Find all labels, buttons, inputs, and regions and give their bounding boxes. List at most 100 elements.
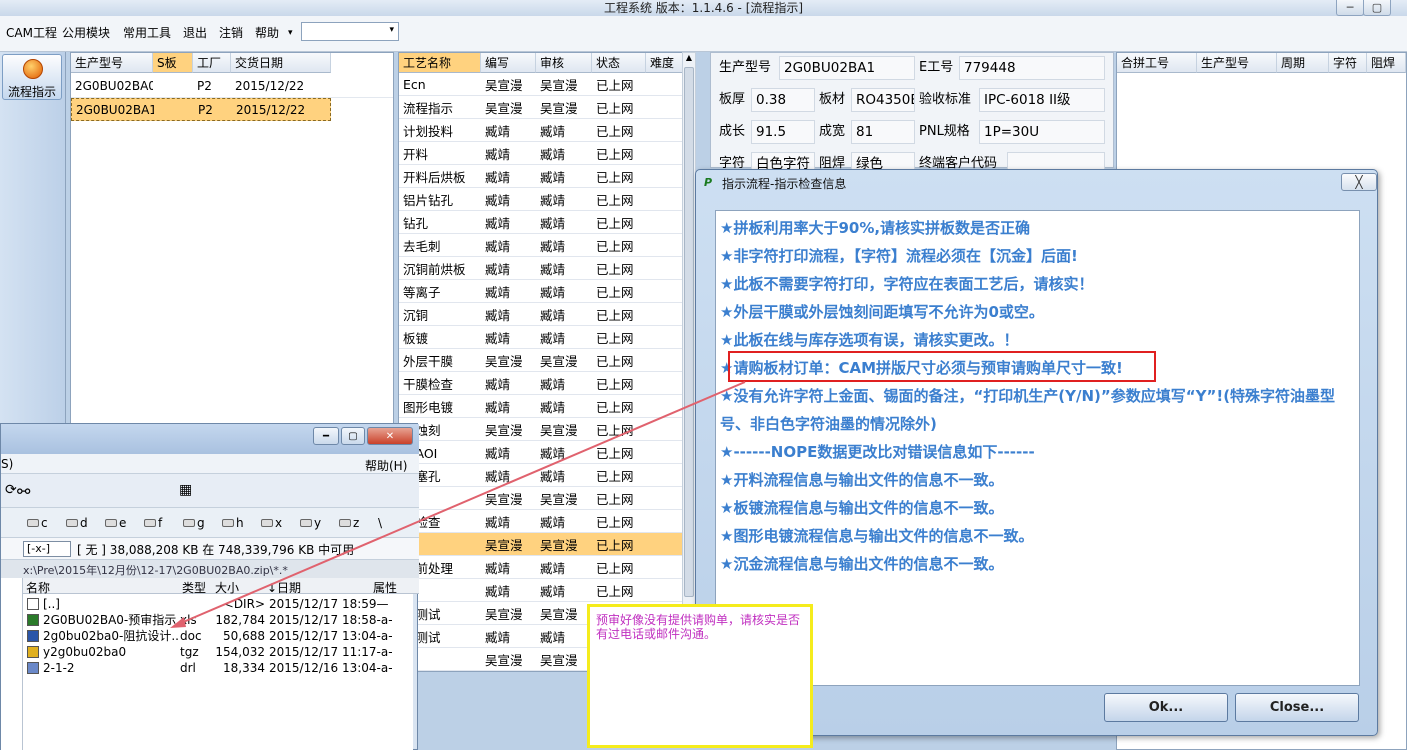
cell-author: 臧靖 <box>485 515 511 530</box>
menu-help[interactable]: 帮助 <box>255 25 279 41</box>
table-row[interactable]: 图形电镀 臧靖 臧靖 已上网 <box>399 395 683 418</box>
cell-reviewer: 吴宣漫 <box>540 78 578 93</box>
drive-button-root[interactable]: \ <box>378 516 382 530</box>
table-row[interactable]: 2G0BU02BA0 P2 2015/12/22 <box>71 75 393 98</box>
close-button[interactable]: ✕ <box>367 427 413 445</box>
binoculars-icon[interactable]: ⚯ <box>17 482 30 501</box>
col-header-char[interactable]: 字符 <box>1329 53 1367 73</box>
drive-button-h[interactable]: h <box>222 516 244 530</box>
file-row[interactable]: [..] <DIR> 2015/12/17 18:59— <box>23 596 413 612</box>
file-type: xls <box>180 613 197 627</box>
menu-tools[interactable]: 常用工具 <box>123 25 171 41</box>
table-row[interactable]: 开料 臧靖 臧靖 已上网 <box>399 142 683 165</box>
table-row[interactable]: 金前处理 臧靖 臧靖 已上网 <box>399 556 683 579</box>
col-header-author[interactable]: 编写 <box>481 53 536 73</box>
table-row[interactable]: 铝片钻孔 臧靖 臧靖 已上网 <box>399 188 683 211</box>
file-row[interactable]: 2-1-2 drl 18,334 2015/12/16 13:04-a- <box>23 660 413 676</box>
col-header-mask[interactable]: 阻焊 <box>1367 53 1406 73</box>
maximize-button[interactable]: ▢ <box>341 427 365 445</box>
table-row[interactable]: Ecn 吴宣漫 吴宣漫 已上网 <box>399 73 683 96</box>
table-row[interactable]: 计划投料 臧靖 臧靖 已上网 <box>399 119 683 142</box>
field-thickness[interactable]: 0.38 <box>751 88 815 112</box>
cell-author: 臧靖 <box>485 239 511 254</box>
menu-exit[interactable]: 退出 <box>183 25 207 41</box>
col-header-status[interactable]: 状态 <box>592 53 646 73</box>
calculator-icon[interactable]: ▦ <box>179 482 192 498</box>
drive-button-x[interactable]: x <box>261 516 282 530</box>
field-e-number[interactable]: 779448 <box>959 56 1105 80</box>
table-row[interactable]: 等离子 臧靖 臧靖 已上网 <box>399 280 683 303</box>
table-row[interactable]: 钻孔 臧靖 臧靖 已上网 <box>399 211 683 234</box>
close-dialog-button[interactable]: Close... <box>1235 693 1359 722</box>
table-row-selected[interactable]: 符吴宣漫吴宣漫已上网 <box>399 533 683 556</box>
col-header-s-board[interactable]: S板 <box>153 53 193 73</box>
field-model[interactable]: 2G0BU02BA1 <box>779 56 915 80</box>
drive-button-y[interactable]: y <box>300 516 321 530</box>
cell-status: 已上网 <box>596 78 634 93</box>
col-header-cycle[interactable]: 周期 <box>1277 53 1329 73</box>
chevron-down-icon[interactable]: ▾ <box>389 25 394 35</box>
minimize-button[interactable]: ─ <box>1336 0 1364 16</box>
table-row[interactable]: 沉铜 臧靖 臧靖 已上网 <box>399 303 683 326</box>
menu-logout[interactable]: 注销 <box>219 25 243 41</box>
close-button[interactable]: ╳ <box>1341 173 1377 191</box>
table-row[interactable]: 金臧靖臧靖已上网 <box>399 579 683 602</box>
table-row[interactable]: 焊检查 臧靖 臧靖 已上网 <box>399 510 683 533</box>
ok-button[interactable]: Ok... <box>1104 693 1228 722</box>
col-header-process[interactable]: 工艺名称 <box>399 53 481 73</box>
menu-cam[interactable]: CAM工程 <box>6 25 57 41</box>
menu-common-module[interactable]: 公用模块 <box>62 25 110 41</box>
refresh-icon[interactable]: ⟳ <box>5 482 17 498</box>
drive-button-c[interactable]: c <box>27 516 48 530</box>
menu-combo[interactable]: ▾ <box>301 22 399 41</box>
col-header-delivery-date[interactable]: 交货日期 <box>231 53 331 73</box>
field-pnl[interactable]: 1P=30U <box>979 120 1105 144</box>
drive-button-g[interactable]: g <box>183 516 205 530</box>
drive-button-d[interactable]: d <box>66 516 88 530</box>
file-row[interactable]: 2G0BU02BA0-预审指示 xls 182,784 2015/12/17 18:5… <box>23 612 413 628</box>
table-row[interactable]: 层蚀刻 吴宣漫 吴宣漫 已上网 <box>399 418 683 441</box>
menu-help[interactable]: 帮助(H) <box>365 457 407 474</box>
cell-status: 已上网 <box>596 561 634 576</box>
table-row[interactable]: 外层干膜 吴宣漫 吴宣漫 已上网 <box>399 349 683 372</box>
table-row[interactable]: 干膜检查 臧靖 臧靖 已上网 <box>399 372 683 395</box>
cell-status: 已上网 <box>596 492 634 507</box>
drive-button-z[interactable]: z <box>339 516 359 530</box>
table-row[interactable]: 沉铜前烘板 臧靖 臧靖 已上网 <box>399 257 683 280</box>
col-header-factory[interactable]: 工厂 <box>193 53 231 73</box>
col-header-merge-no[interactable]: 合拼工号 <box>1117 53 1197 73</box>
table-row[interactable]: 开料后烘板 臧靖 臧靖 已上网 <box>399 165 683 188</box>
table-row[interactable]: 焊吴宣漫吴宣漫已上网 <box>399 487 683 510</box>
flow-indicator-button[interactable]: 流程指示 <box>2 54 62 100</box>
minimize-button[interactable]: ━ <box>313 427 339 445</box>
col-header-merge-model[interactable]: 生产型号 <box>1197 53 1277 73</box>
col-header-model[interactable]: 生产型号 <box>71 53 153 73</box>
table-row-selected[interactable]: 2G0BU02BA1 P2 2015/12/22 <box>71 98 331 121</box>
cell-status: 已上网 <box>596 538 634 553</box>
drive-combo[interactable]: [-x-] <box>23 541 71 557</box>
cell-author: 臧靖 <box>485 561 511 576</box>
scroll-up-icon[interactable]: ▲ <box>683 53 695 65</box>
maximize-button[interactable]: ▢ <box>1363 0 1391 16</box>
file-row[interactable]: 2g0bu02ba0-阻抗设计... doc 50,688 2015/12/17 13… <box>23 628 413 644</box>
process-scrollbar[interactable]: ▲ <box>682 52 696 672</box>
table-row[interactable]: 流程指示 吴宣漫 吴宣漫 已上网 <box>399 96 683 119</box>
table-row[interactable]: 层AOI 臧靖 臧靖 已上网 <box>399 441 683 464</box>
field-standard[interactable]: IPC-6018 II级 <box>979 88 1105 112</box>
field-width[interactable]: 81 <box>851 120 915 144</box>
menu-item[interactable]: S) <box>1 457 13 471</box>
col-header-difficulty[interactable]: 难度 <box>646 53 683 73</box>
drive-button-e[interactable]: e <box>105 516 126 530</box>
current-path[interactable]: x:\Pre\2015年\12月份\12-17\2G0BU02BA0.zip\*… <box>23 562 288 578</box>
chevron-down-icon[interactable]: ▾ <box>288 25 293 41</box>
table-row[interactable]: 板镀 臧靖 臧靖 已上网 <box>399 326 683 349</box>
table-row[interactable]: 去毛刺 臧靖 臧靖 已上网 <box>399 234 683 257</box>
drive-letter: d <box>80 516 88 530</box>
file-row[interactable]: y2g0bu02ba0 tgz 154,032 2015/12/17 11:17-a- <box>23 644 413 660</box>
field-material[interactable]: RO4350B <box>851 88 915 112</box>
table-row[interactable]: 焊塞孔 臧靖 臧靖 已上网 <box>399 464 683 487</box>
drive-button-f[interactable]: f <box>144 516 162 530</box>
scroll-thumb[interactable] <box>684 67 694 597</box>
col-header-reviewer[interactable]: 审核 <box>536 53 592 73</box>
field-length[interactable]: 91.5 <box>751 120 815 144</box>
